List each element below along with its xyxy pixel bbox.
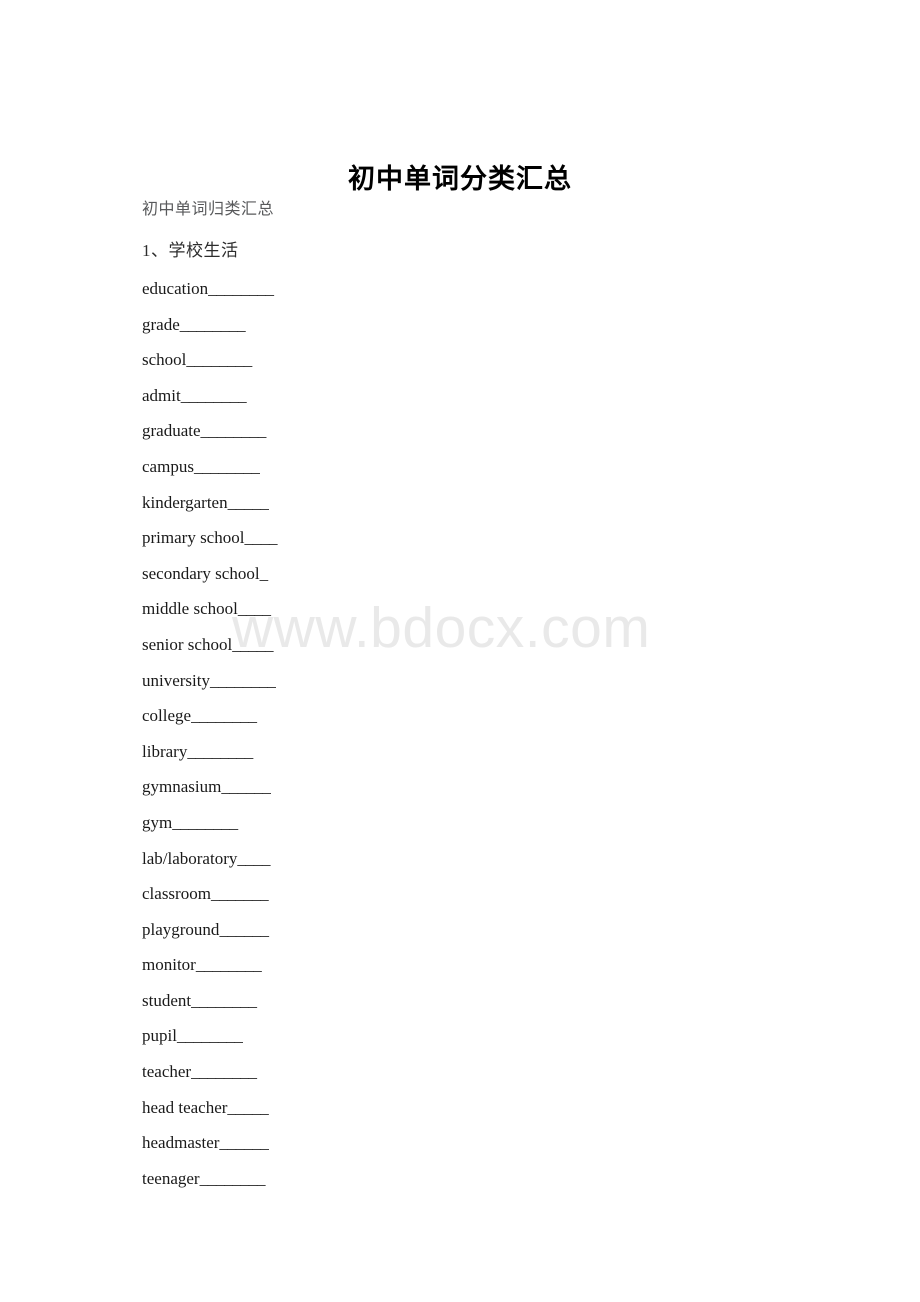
vocabulary-entry: student________ [142, 990, 277, 1026]
vocabulary-entry: admit________ [142, 385, 277, 421]
vocabulary-term: gym [142, 812, 173, 832]
vocabulary-entry: grade________ [142, 314, 277, 350]
answer-blank[interactable]: _____ [228, 493, 269, 512]
answer-blank[interactable]: ________ [186, 350, 252, 369]
vocabulary-entry: teenager________ [142, 1168, 277, 1204]
answer-blank[interactable]: ________ [208, 279, 274, 298]
answer-blank[interactable]: ________ [180, 315, 246, 334]
vocabulary-term: headmaster [142, 1133, 220, 1153]
document-page: www.bdocx.com 初中单词分类汇总 初中单词归类汇总 1、学校生活 e… [0, 0, 920, 1302]
answer-blank[interactable]: ________ [200, 1169, 266, 1188]
answer-blank[interactable]: ____ [244, 528, 277, 547]
vocabulary-term: primary school [142, 528, 245, 548]
vocabulary-term: classroom [142, 884, 211, 904]
answer-blank[interactable]: ________ [201, 421, 267, 440]
vocabulary-entry: monitor________ [142, 954, 277, 990]
vocabulary-term: admit [142, 385, 181, 405]
vocabulary-entry: headmaster______ [142, 1132, 277, 1168]
vocabulary-term: head teacher [142, 1097, 228, 1117]
vocabulary-entry: kindergarten_____ [142, 492, 277, 528]
vocabulary-term: teenager [142, 1168, 200, 1188]
vocabulary-entry: campus________ [142, 456, 277, 492]
vocabulary-entry: university________ [142, 670, 277, 706]
answer-blank[interactable]: ____ [238, 599, 271, 618]
vocabulary-term: graduate [142, 421, 201, 441]
section-heading-school-life: 1、学校生活 [142, 241, 239, 260]
answer-blank[interactable]: ______ [219, 920, 269, 939]
vocabulary-term: lab/laboratory [142, 848, 238, 868]
vocabulary-term: library [142, 741, 188, 761]
vocabulary-entry: senior school_____ [142, 634, 277, 670]
vocabulary-list: education________ grade________ school____… [142, 278, 278, 1204]
vocabulary-term: grade [142, 314, 180, 334]
page-title: 初中单词分类汇总 [348, 164, 572, 195]
vocabulary-entry: teacher________ [142, 1061, 277, 1097]
vocabulary-term: teacher [142, 1062, 192, 1082]
vocabulary-entry: secondary school_ [142, 563, 277, 599]
vocabulary-entry: classroom_______ [142, 883, 277, 919]
vocabulary-term: gymnasium [142, 777, 222, 797]
vocabulary-term: playground [142, 919, 220, 939]
vocabulary-entry: pupil________ [142, 1025, 277, 1061]
vocabulary-entry: gymnasium______ [142, 776, 277, 812]
vocabulary-term: campus [142, 456, 194, 476]
answer-blank[interactable]: ________ [181, 386, 247, 405]
answer-blank[interactable]: ______ [219, 1133, 269, 1152]
document-subtitle: 初中单词归类汇总 [142, 201, 275, 218]
vocabulary-term: pupil [142, 1026, 177, 1046]
vocabulary-entry: lab/laboratory____ [142, 848, 277, 884]
vocabulary-entry: primary school____ [142, 527, 278, 563]
answer-blank[interactable]: ________ [191, 1062, 257, 1081]
answer-blank[interactable]: _______ [211, 884, 269, 903]
answer-blank[interactable]: _____ [227, 1098, 268, 1117]
answer-blank[interactable]: ________ [177, 1026, 243, 1045]
vocabulary-term: kindergarten [142, 492, 228, 512]
vocabulary-entry: playground______ [142, 919, 277, 955]
answer-blank[interactable]: ________ [187, 742, 253, 761]
vocabulary-term: college [142, 706, 192, 726]
answer-blank[interactable]: ________ [191, 706, 257, 725]
answer-blank[interactable]: _ [260, 564, 269, 583]
answer-blank[interactable]: ________ [210, 671, 276, 690]
vocabulary-entry: college________ [142, 705, 277, 741]
answer-blank[interactable]: ____ [237, 849, 270, 868]
vocabulary-term: student [142, 990, 192, 1010]
vocabulary-term: monitor [142, 955, 196, 975]
vocabulary-entry: school________ [142, 349, 277, 385]
site-watermark: www.bdocx.com [232, 596, 651, 660]
answer-blank[interactable]: ______ [221, 777, 271, 796]
vocabulary-entry: education________ [142, 278, 277, 314]
answer-blank[interactable]: ________ [194, 457, 260, 476]
vocabulary-term: middle school [142, 599, 238, 619]
vocabulary-term: secondary school [142, 563, 260, 583]
vocabulary-entry: middle school____ [142, 598, 277, 634]
vocabulary-term: school [142, 350, 187, 370]
vocabulary-entry: library________ [142, 741, 277, 777]
answer-blank[interactable]: ________ [196, 955, 262, 974]
vocabulary-entry: gym________ [142, 812, 277, 848]
answer-blank[interactable]: ________ [172, 813, 238, 832]
vocabulary-entry: graduate________ [142, 420, 277, 456]
vocabulary-entry: head teacher_____ [142, 1097, 277, 1133]
answer-blank[interactable]: ________ [191, 991, 257, 1010]
vocabulary-term: senior school [142, 634, 233, 654]
answer-blank[interactable]: _____ [232, 635, 273, 654]
vocabulary-term: education [142, 279, 209, 298]
vocabulary-term: university [142, 670, 210, 690]
